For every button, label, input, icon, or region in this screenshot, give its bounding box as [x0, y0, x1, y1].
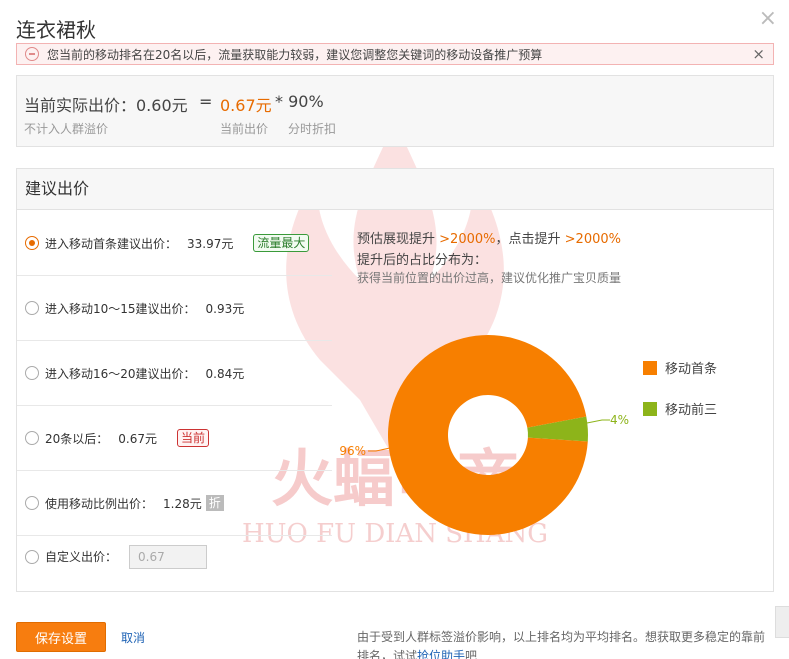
option-value: 1.28元 [163, 496, 202, 511]
page-title: 连衣裙秋 [16, 18, 96, 42]
data-label-top3: 4% [610, 413, 629, 427]
radio-button[interactable] [25, 431, 39, 445]
distribution-label: 提升后的占比分布为： [357, 253, 488, 268]
legend-item-top3: 移动前三 [643, 399, 717, 418]
bid-option-after-20[interactable]: 20条以后： 0.67元 当前 [17, 406, 332, 471]
actual-price-label: 当前实际出价：0.60元 [24, 96, 188, 115]
legend-swatch [643, 401, 657, 416]
close-icon[interactable]: × [759, 6, 777, 31]
time-discount-note: 分时折扣 [288, 122, 337, 136]
radio-button[interactable] [25, 496, 39, 510]
discount-multiplier: * 90% [275, 92, 324, 111]
estimate-impression-value: >2000% [439, 232, 496, 247]
share-donut-chart: 4% 96% [339, 334, 629, 535]
legend-item-top1: 移动首条 [643, 358, 717, 377]
legend-label: 移动前三 [665, 403, 718, 418]
option-value: 0.84元 [205, 366, 245, 381]
cancel-link[interactable]: 取消 [121, 629, 145, 646]
current-badge: 当前 [177, 429, 210, 447]
custom-bid-input[interactable] [129, 544, 208, 569]
current-bid-note: 当前出价 [220, 122, 269, 136]
suggested-bid-heading: 建议出价 [17, 169, 773, 210]
option-label: 20条以后： [45, 431, 109, 446]
warning-text: 您当前的移动排名在20名以后，流量获取能力较弱，建议您调整您关键词的移动设备推广… [47, 47, 543, 62]
bid-option-16-20[interactable]: 进入移动16～20建议出价： 0.84元 [17, 341, 332, 406]
option-label: 自定义出价： [45, 550, 118, 564]
radio-button[interactable] [25, 366, 39, 380]
radio-button[interactable] [25, 301, 39, 315]
warning-close-icon[interactable]: × [752, 44, 765, 64]
data-label-top3-leader [586, 419, 610, 424]
estimate-click-label: ，点击提升 [495, 232, 561, 247]
bid-option-10-15[interactable]: 进入移动10～15建议出价： 0.93元 [17, 276, 332, 341]
radio-button[interactable] [25, 549, 39, 564]
side-feedback-tab[interactable] [775, 606, 789, 638]
estimate-click-value: >2000% [564, 232, 621, 247]
bid-option-custom[interactable]: 自定义出价： [17, 524, 332, 589]
bid-option-top1[interactable]: 进入移动首条建议出价： 33.97元 流量最大 [17, 211, 332, 276]
option-value: 0.67元 [118, 431, 158, 446]
max-traffic-badge: 流量最大 [253, 234, 310, 252]
data-label-top1: 96% [339, 444, 366, 458]
save-button[interactable]: 保存设置 [16, 622, 106, 652]
option-value: 0.93元 [205, 301, 245, 316]
rank-assistant-link[interactable]: 抢位助手 [417, 649, 465, 659]
warning-icon [25, 47, 39, 61]
estimate-impression-label: 预估展现提升 [357, 232, 436, 247]
optimization-hint: 获得当前位置的出价过高，建议优化推广宝贝质量 [357, 271, 622, 285]
footnote-suffix: 吧 [465, 649, 478, 659]
equals-sign: = [199, 92, 213, 111]
radio-button[interactable] [25, 236, 39, 250]
ranking-footnote: 由于受到人群标签溢价影响，以上排名均为平均排名。想获取更多稳定的靠前排名，试试抢… [357, 628, 767, 659]
warning-bar: 您当前的移动排名在20名以后，流量获取能力较弱，建议您调整您关键词的移动设备推广… [16, 43, 774, 65]
crowd-premium-note: 不计入人群溢价 [24, 122, 109, 136]
option-label: 进入移动10～15建议出价： [45, 301, 196, 316]
current-bid-value: 0.67元 [220, 96, 272, 115]
estimate-line: 预估展现提升 >2000%，点击提升 >2000% [357, 228, 621, 247]
discount-tag: 折 [205, 495, 224, 511]
current-price-panel: 当前实际出价：0.60元 = 0.67元 * 90% 不计入人群溢价 当前出价 … [16, 75, 774, 147]
data-label-top1-leader [368, 447, 391, 452]
option-label: 使用移动比例出价： [45, 496, 154, 511]
legend-label: 移动首条 [665, 362, 718, 377]
legend-swatch [643, 360, 657, 375]
option-label: 进入移动首条建议出价： [45, 236, 178, 251]
option-label: 进入移动16～20建议出价： [45, 366, 196, 381]
option-value: 33.97元 [187, 236, 234, 251]
